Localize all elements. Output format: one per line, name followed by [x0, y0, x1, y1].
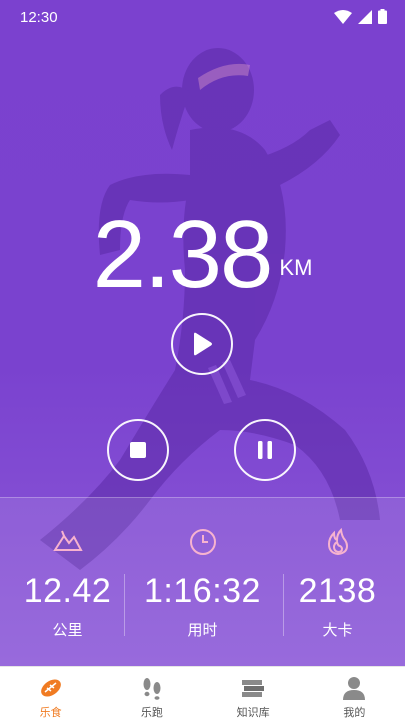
tab-profile[interactable]: 我的 [304, 667, 405, 720]
distance-value: 2.38 [92, 201, 274, 308]
tab-food[interactable]: 乐食 [0, 667, 101, 720]
stat-calories: 2138 大卡 [270, 498, 405, 666]
stats-separator [124, 574, 125, 636]
distance-display: 2.38 KM [0, 200, 405, 310]
stats-panel: 12.42 公里 1:16:32 用时 2138 大卡 [0, 498, 405, 666]
mountain-icon [52, 530, 83, 551]
status-time: 12:30 [20, 9, 58, 26]
food-icon [40, 679, 61, 697]
stat-duration-label: 用时 [187, 621, 218, 639]
status-icons [334, 9, 387, 24]
clock-icon [189, 529, 216, 555]
stat-distance-label: 公里 [52, 621, 83, 639]
tab-food-label: 乐食 [39, 706, 62, 719]
stat-distance: 12.42 公里 [0, 498, 135, 666]
battery-icon [378, 9, 387, 24]
wifi-icon [334, 9, 352, 24]
bottom-tab-bar: 乐食 乐跑 知识库 我的 [0, 666, 405, 720]
stat-calories-label: 大卡 [322, 621, 353, 639]
stats-separator [283, 574, 284, 636]
tab-knowledge-label: 知识库 [236, 706, 270, 719]
stop-button[interactable] [107, 419, 169, 481]
stat-distance-value: 12.42 [23, 572, 112, 610]
books-icon [242, 680, 265, 697]
distance-unit: KM [279, 255, 313, 280]
flame-icon [327, 528, 348, 556]
pause-button[interactable] [234, 419, 296, 481]
signal-icon [358, 9, 372, 24]
stat-duration-value: 1:16:32 [144, 572, 261, 610]
play-icon [194, 332, 212, 356]
user-icon [343, 677, 366, 700]
footprints-icon [143, 678, 161, 700]
tab-profile-label: 我的 [343, 706, 366, 719]
stat-duration: 1:16:32 用时 [135, 498, 270, 666]
status-bar: 12:30 [0, 0, 405, 36]
tab-run[interactable]: 乐跑 [101, 667, 202, 720]
play-button[interactable] [171, 313, 233, 375]
tab-run-label: 乐跑 [140, 706, 163, 719]
stop-icon [130, 442, 146, 458]
stat-calories-value: 2138 [298, 572, 377, 610]
tab-knowledge[interactable]: 知识库 [203, 667, 304, 720]
run-screen: 12:30 2.38 KM 12.42 公里 1:16:32 用时 2138 大… [0, 0, 405, 666]
pause-icon [258, 441, 272, 459]
